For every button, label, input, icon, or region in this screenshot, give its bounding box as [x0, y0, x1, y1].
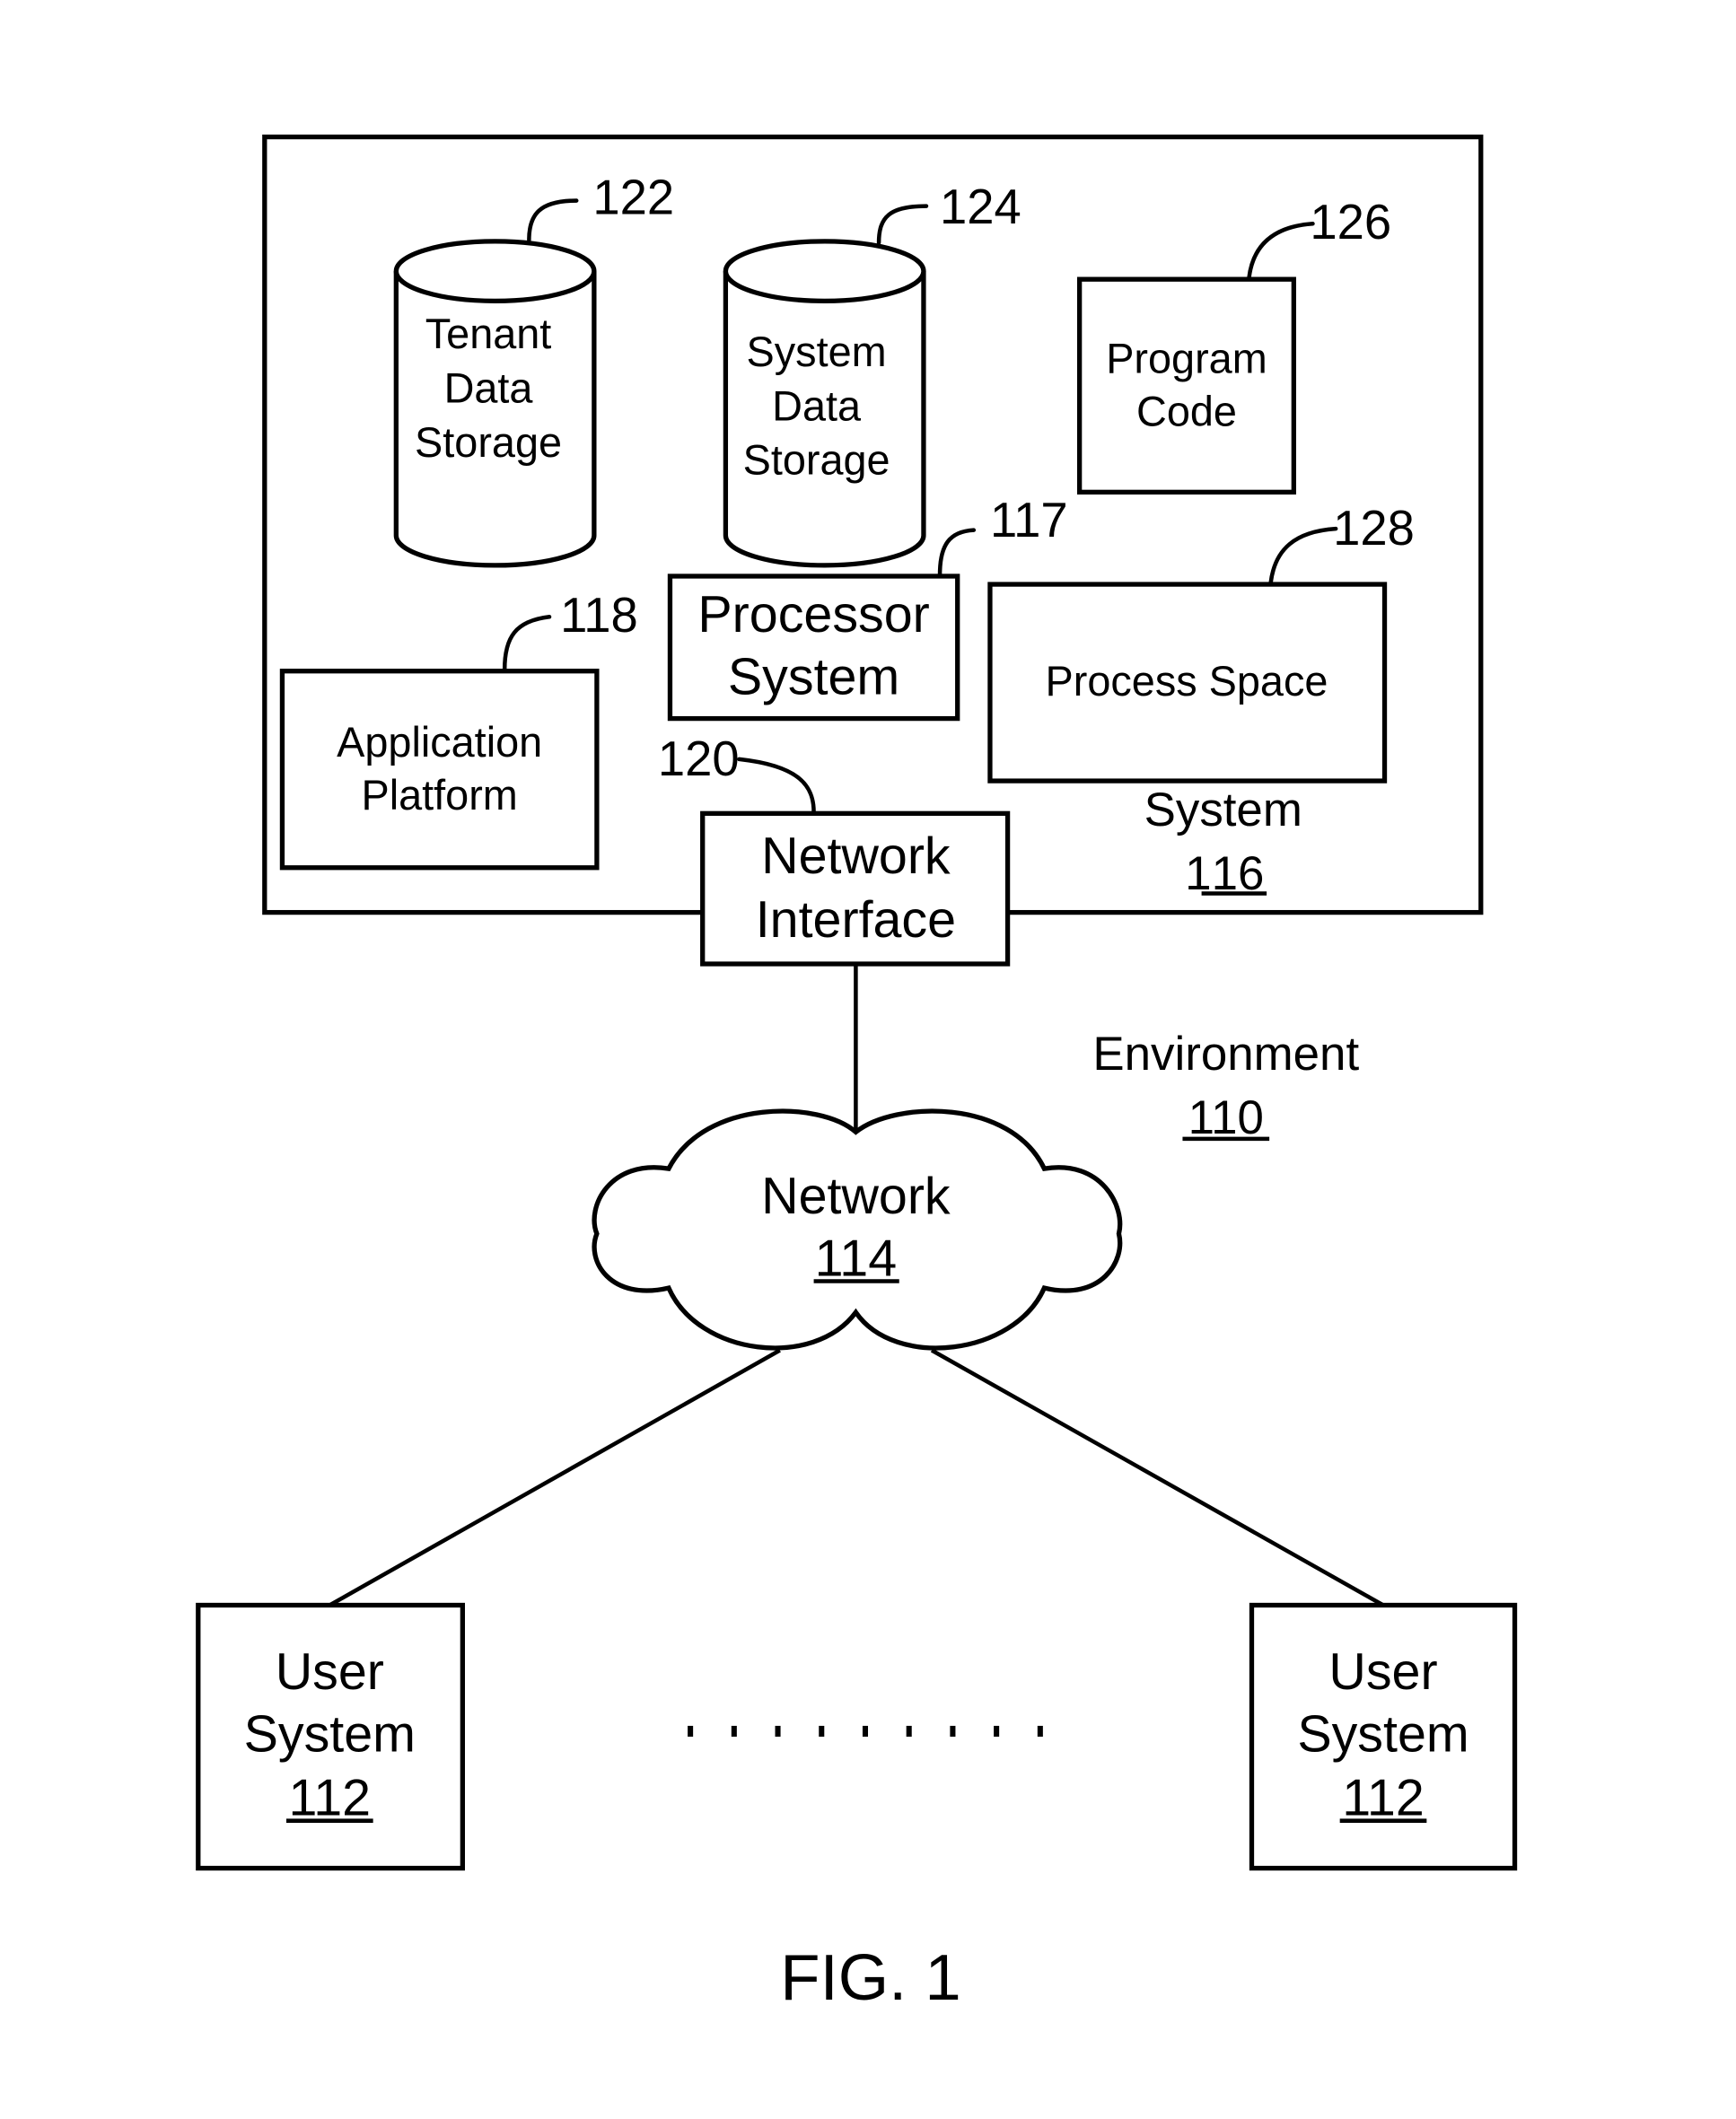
tenant-label-3: Storage	[415, 419, 562, 466]
user-system-left: User System 112	[196, 1602, 465, 1871]
user-left-ref: 112	[289, 1770, 372, 1827]
sysdata-cylinder-top	[723, 239, 926, 303]
network-interface-label-2: Interface	[756, 891, 956, 949]
user-right-label-1: User	[1328, 1643, 1437, 1701]
user-left-label-2: System	[244, 1706, 416, 1764]
ellipsis-dot	[731, 1725, 737, 1738]
ellipsis-dot	[950, 1725, 956, 1738]
ellipsis-dot	[688, 1725, 694, 1738]
ellipsis-dot	[1037, 1725, 1043, 1738]
ref-122: 122	[592, 171, 674, 225]
ref-128: 128	[1333, 501, 1415, 556]
tenant-cylinder-top	[393, 239, 597, 303]
user-right-ref: 112	[1342, 1770, 1425, 1827]
ref-120: 120	[658, 731, 740, 786]
environment-label: Environment 110	[1092, 1028, 1359, 1144]
sysdata-label-1: System	[747, 328, 887, 375]
program-code-label-2: Code	[1136, 388, 1237, 434]
app-platform-label-1: Application	[337, 719, 542, 766]
sysdata-label-3: Storage	[743, 437, 890, 484]
ellipsis-dot	[906, 1725, 912, 1738]
ref-124: 124	[940, 180, 1021, 234]
network-cloud: Network 114	[592, 1108, 1123, 1351]
environment-name: Environment	[1092, 1028, 1359, 1081]
process-space-label: Process Space	[1046, 658, 1328, 705]
program-code-box	[1077, 276, 1296, 495]
connector-network-user-left	[329, 1348, 781, 1607]
sysdata-label-2: Data	[772, 382, 862, 429]
ellipsis-dot	[862, 1725, 868, 1738]
environment-diagram: Tenant Data Storage 122 System Data Stor…	[196, 134, 1518, 2014]
user-right-label-2: System	[1297, 1706, 1469, 1764]
tenant-label-2: Data	[444, 365, 534, 412]
ref-118: 118	[560, 588, 638, 643]
network-ref: 114	[815, 1230, 898, 1287]
user-system-right: User System 112	[1249, 1602, 1518, 1871]
network-name: Network	[761, 1168, 951, 1225]
environment-ref: 110	[1188, 1091, 1264, 1144]
network-interface-label-1: Network	[761, 827, 951, 885]
app-platform-label-2: Platform	[362, 772, 518, 819]
ellipsis-dot	[994, 1725, 1000, 1738]
tenant-label-1: Tenant	[425, 311, 552, 357]
program-code-label-1: Program	[1106, 335, 1267, 381]
connector-network-user-right	[930, 1348, 1385, 1607]
ref-126: 126	[1310, 195, 1391, 250]
figure-caption: FIG. 1	[780, 1941, 960, 2014]
application-platform-box	[279, 669, 600, 871]
processor-label-1: Processor	[697, 586, 929, 644]
ellipsis-dot	[775, 1725, 781, 1738]
user-left-label-1: User	[276, 1643, 384, 1701]
ellipsis-dot	[819, 1725, 825, 1738]
system-name: System	[1144, 784, 1302, 836]
ref-117: 117	[990, 493, 1068, 547]
processor-label-2: System	[728, 648, 899, 705]
ellipsis-dots	[688, 1725, 1043, 1738]
